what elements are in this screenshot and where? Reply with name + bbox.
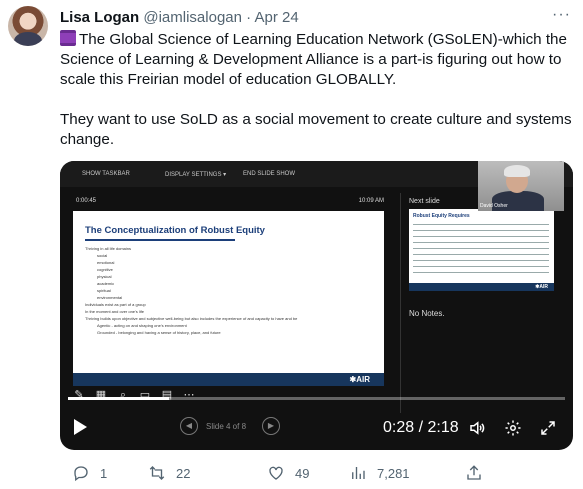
author-name[interactable]: Lisa Logan <box>60 9 139 26</box>
slide-bullets: Thriving in all life domains social emot… <box>85 245 375 336</box>
author-handle[interactable]: @iamlisalogan <box>143 9 242 26</box>
video-player[interactable]: SHOW TASKBAR DISPLAY SETTINGS ▾ END SLID… <box>60 161 573 450</box>
next-slide-logo: ✱AIR <box>535 284 548 290</box>
share-button[interactable] <box>465 462 483 484</box>
slide-title: The Conceptualization of Robust Equity <box>85 225 265 236</box>
previous-slide-icon: ◀ <box>180 417 198 435</box>
play-icon[interactable] <box>74 419 87 435</box>
video-timecode: 0:28 / 2:18 <box>383 419 459 436</box>
volume-icon[interactable] <box>468 419 486 437</box>
video-progress-fill <box>68 397 169 400</box>
elapsed-timer: 0:00:45 <box>76 198 97 204</box>
reply-icon <box>74 466 88 482</box>
share-icon <box>467 465 481 480</box>
video-progress-bar[interactable] <box>68 397 565 400</box>
speaker-notes: No Notes. <box>409 309 445 318</box>
slide-navigator: ◀ Slide 4 of 8 ▶ <box>180 417 280 437</box>
air-logo: ✱AIR <box>349 375 370 384</box>
presenter-hair <box>504 165 530 177</box>
presenter-caption: David Osher <box>480 203 508 209</box>
author-avatar[interactable] <box>8 6 48 46</box>
slide-bullet: In the moment and over one's life <box>85 309 145 314</box>
next-slide-label: Next slide <box>409 198 440 205</box>
slide-bullet: Agentic - acting on and shaping one's en… <box>97 323 187 328</box>
slide-bullet: physical <box>97 274 112 279</box>
tweet-actions: 1 22 49 7,281 <box>60 462 575 484</box>
display-settings-button: DISPLAY SETTINGS ▾ <box>165 172 227 178</box>
tweet-text: The Global Science of Learning Education… <box>60 30 575 150</box>
retweet-icon <box>149 466 165 480</box>
slide-counter: Slide 4 of 8 <box>206 422 247 431</box>
retweet-count: 22 <box>176 465 191 481</box>
presenter-clock: 10:09 AM <box>358 198 384 204</box>
next-slide-footer: ✱AIR <box>409 283 554 291</box>
slide-bullet: Thriving in all life domains <box>85 246 132 251</box>
like-button[interactable]: 49 <box>267 462 309 484</box>
fullscreen-icon[interactable] <box>539 419 557 437</box>
slide-bullet: Thriving builds upon objective and subje… <box>85 316 298 321</box>
tweet-paragraph-1: The Global Science of Learning Education… <box>60 31 567 88</box>
slide-bullet: Grounded - belonging and having a sense … <box>97 330 221 335</box>
next-slide-text <box>413 221 549 275</box>
slide-bullet: cognitive <box>97 267 113 272</box>
settings-icon[interactable] <box>504 419 522 437</box>
reply-button[interactable]: 1 <box>72 462 107 484</box>
slide-footer: ✱AIR <box>73 373 384 386</box>
current-slide: The Conceptualization of Robust Equity T… <box>73 211 384 386</box>
views-count: 7,281 <box>377 465 410 481</box>
retweet-button[interactable]: 22 <box>148 462 190 484</box>
next-slide-preview: Robust Equity Requires ✱AIR <box>409 209 554 291</box>
like-icon <box>269 466 283 480</box>
views-icon <box>352 467 365 479</box>
presenter-webcam: David Osher <box>478 161 564 211</box>
slide-bullet: environmental <box>97 295 123 300</box>
slide-bullet: emotional <box>97 260 115 265</box>
tweet-header: Lisa Logan @iamlisalogan · Apr 24 <box>60 9 299 27</box>
more-options-icon[interactable]: ··· <box>552 6 571 24</box>
like-count: 49 <box>295 465 310 481</box>
slide-title-rule <box>85 239 235 241</box>
show-taskbar-button: SHOW TASKBAR <box>82 171 130 177</box>
slide-bullet: academic <box>97 281 115 286</box>
presenter-divider <box>400 193 401 413</box>
next-slide-icon: ▶ <box>262 417 280 435</box>
scroll-emoji-icon <box>60 30 76 46</box>
slide-bullet: Individuals exist as part of a group <box>85 302 146 307</box>
tweet-paragraph-2: They want to use SoLD as a social moveme… <box>60 111 572 148</box>
slide-bullet: spiritual <box>97 288 111 293</box>
slide-bullet: social <box>97 253 108 258</box>
header-separator: · <box>246 9 252 26</box>
tweet-date[interactable]: Apr 24 <box>254 9 298 26</box>
end-slide-show-button: END SLIDE SHOW <box>243 171 296 177</box>
views-button[interactable]: 7,281 <box>349 462 410 484</box>
presenter-tools: ✎ ▦ ⌕ ▭ ▤ ⋯ <box>72 388 232 404</box>
next-slide-title: Robust Equity Requires <box>413 213 470 219</box>
reply-count: 1 <box>100 465 108 481</box>
